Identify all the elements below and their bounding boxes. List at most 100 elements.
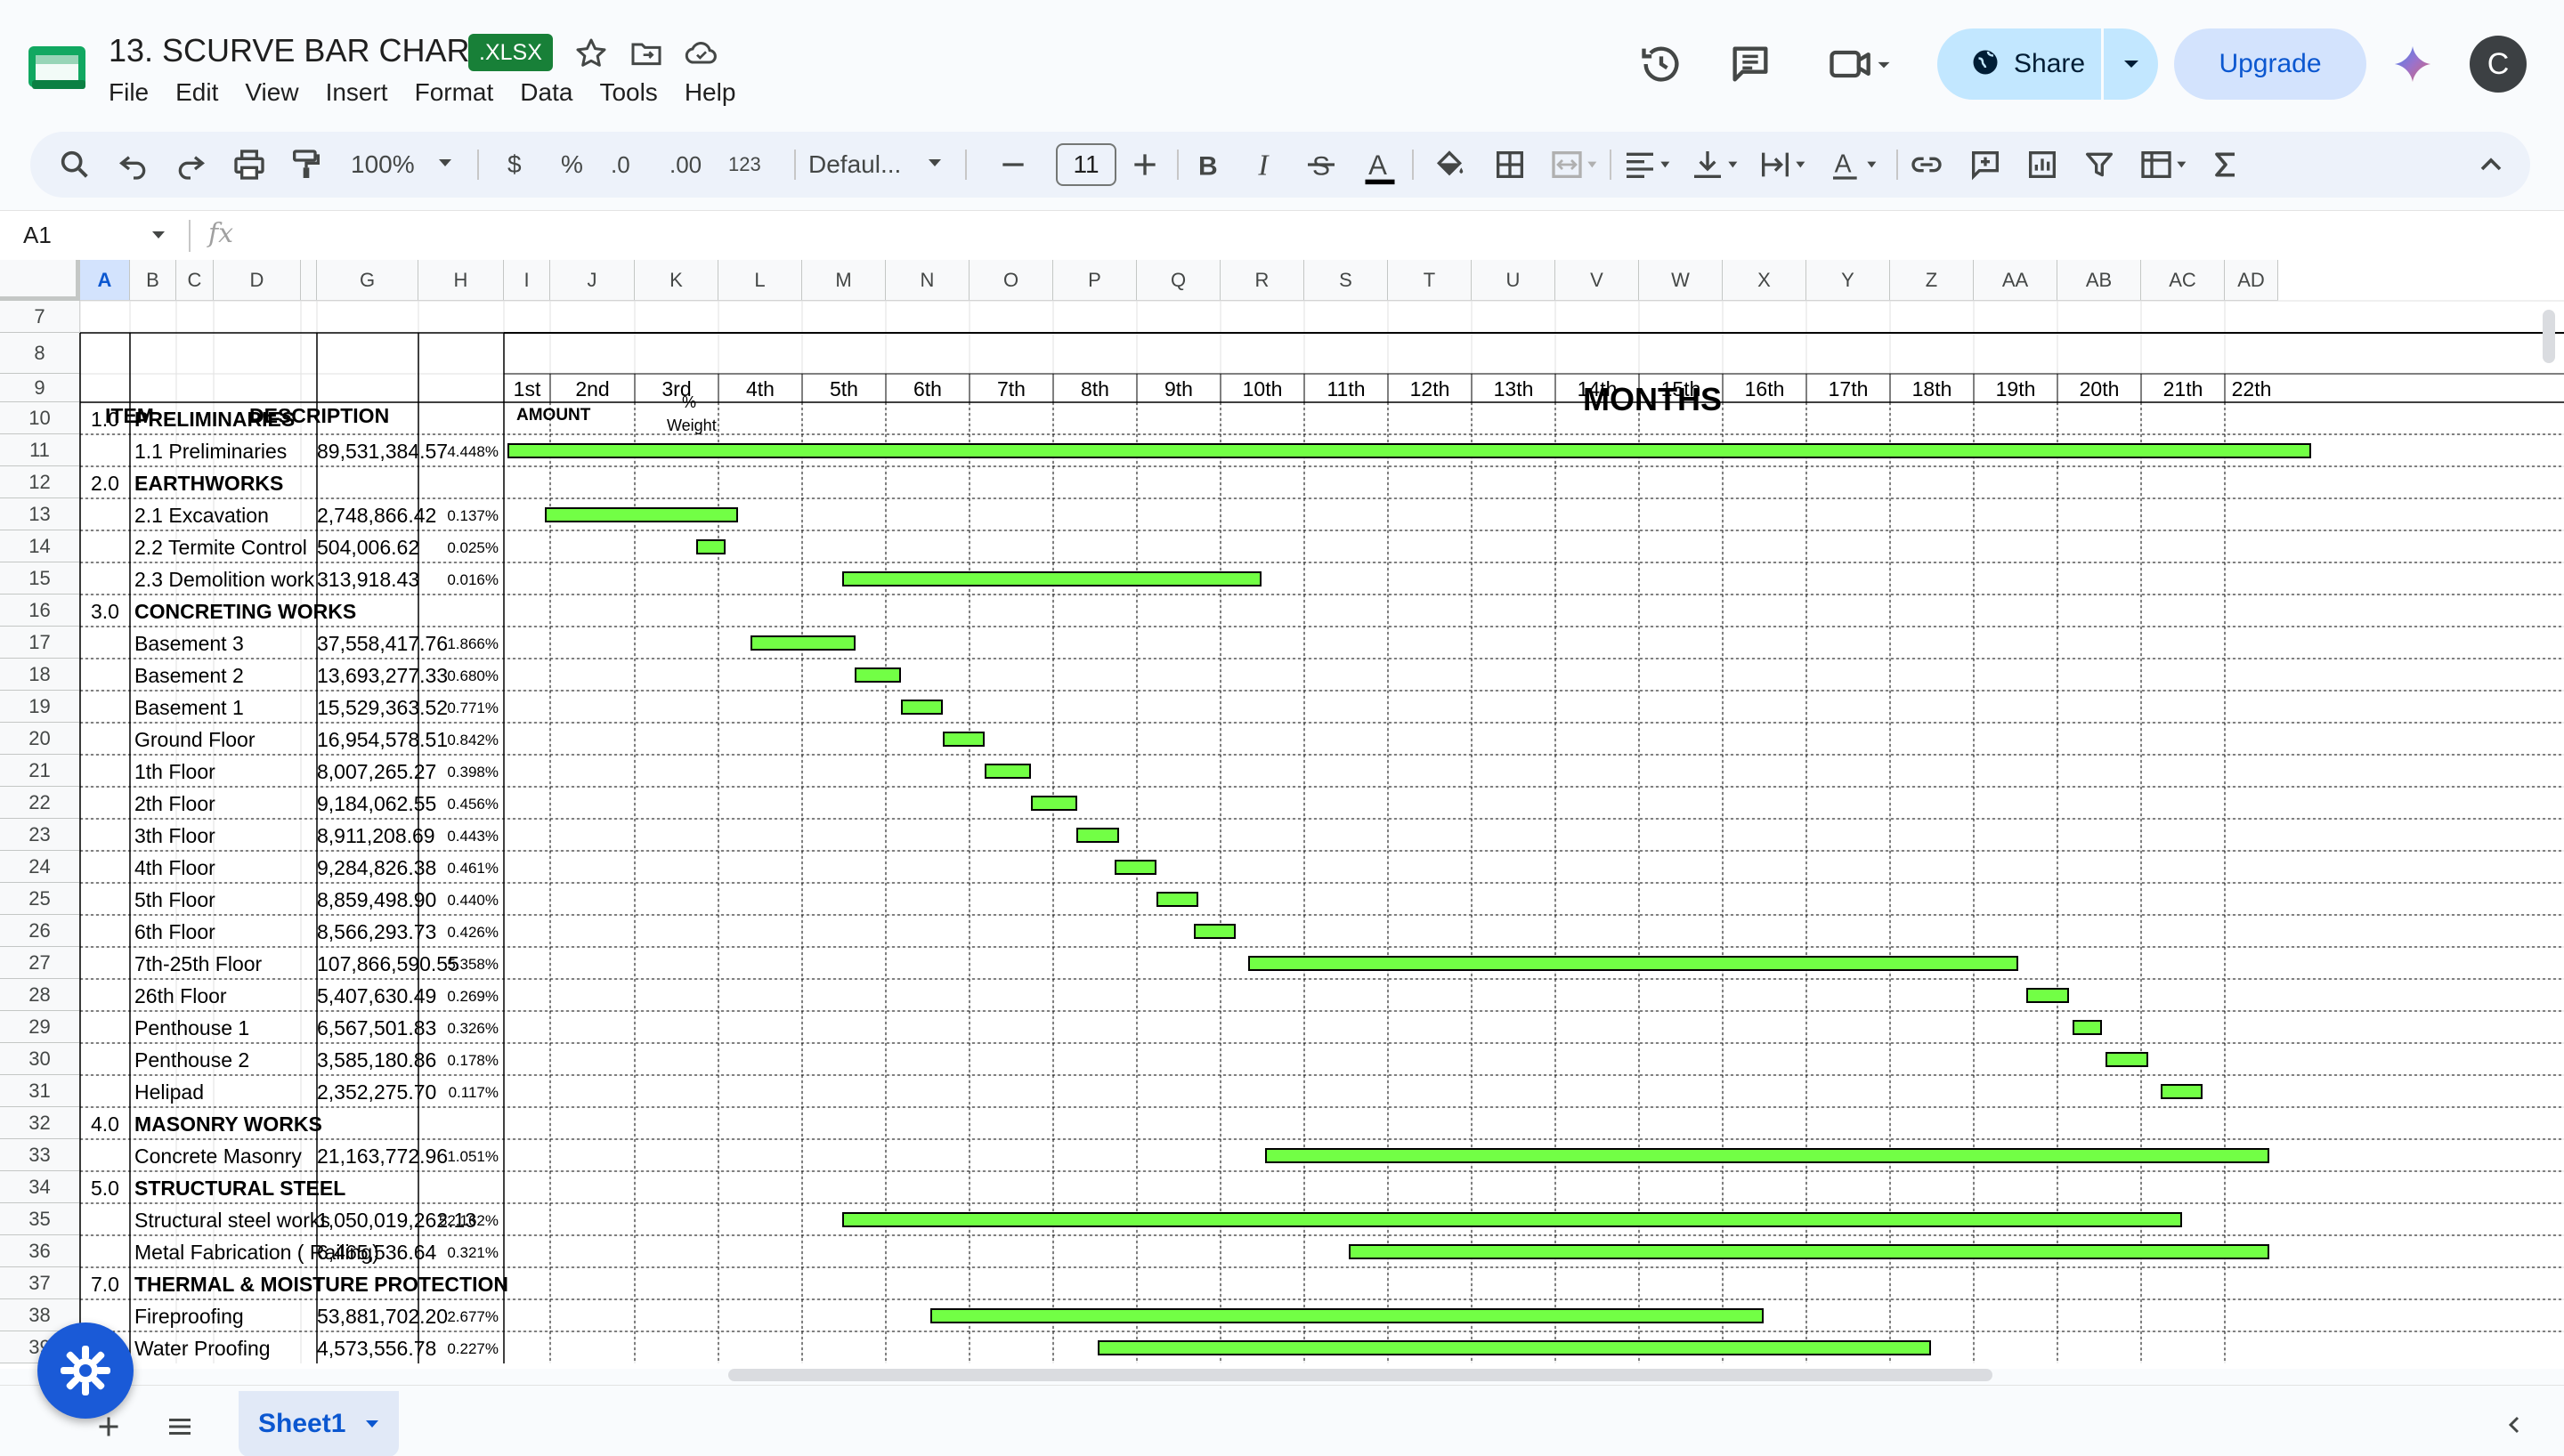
weight-cell[interactable]: 0.025% — [418, 539, 499, 557]
menu-tools[interactable]: Tools — [599, 75, 657, 110]
month-header[interactable]: 15th — [1639, 377, 1723, 401]
description-cell[interactable]: Concrete Masonry — [134, 1145, 302, 1169]
undo-icon[interactable] — [116, 147, 151, 182]
font-chevron-down-icon[interactable] — [926, 157, 944, 192]
description-cell[interactable]: Fireproofing — [134, 1305, 244, 1329]
decrease-decimal-button[interactable]: .0 — [611, 148, 630, 182]
font-family-select[interactable]: Defaul... — [808, 148, 901, 182]
weight-cell[interactable]: 0.456% — [418, 796, 499, 813]
weight-cell[interactable]: 0.842% — [418, 732, 499, 749]
section-title-cell[interactable]: PRELIMINARIES — [134, 408, 295, 432]
amount-cell[interactable]: 2,352,275.70 — [317, 1080, 436, 1104]
amount-cell[interactable]: 89,531,384.57 — [317, 440, 448, 464]
weight-cell[interactable]: 1.866% — [418, 635, 499, 653]
currency-format-button[interactable]: $ — [507, 148, 522, 182]
zoom-chevron-down-icon[interactable] — [436, 157, 454, 192]
schedule-bar[interactable] — [984, 764, 1032, 779]
meet-video-icon[interactable] — [1825, 41, 1896, 87]
document-title[interactable]: 13. SCURVE BAR CHART — [109, 32, 489, 69]
schedule-bar[interactable] — [750, 635, 856, 651]
assistant-gear-button[interactable] — [37, 1323, 134, 1419]
amount-cell[interactable]: 6,567,501.83 — [317, 1016, 436, 1040]
amount-cell[interactable]: 15,529,363.52 — [317, 696, 448, 720]
fill-color-icon[interactable] — [1432, 147, 1467, 182]
description-cell[interactable]: 2.2 Termite Control — [134, 536, 307, 560]
month-header[interactable]: 4th — [718, 377, 802, 401]
gemini-sparkle-icon[interactable] — [2393, 44, 2432, 84]
header-amount[interactable]: AMOUNT — [516, 406, 590, 425]
menu-help[interactable]: Help — [685, 75, 736, 110]
schedule-bar[interactable] — [1247, 956, 2019, 971]
amount-cell[interactable]: 16,954,578.51 — [317, 728, 448, 752]
month-header[interactable]: 22th — [2225, 377, 2278, 401]
schedule-bar[interactable] — [1264, 1148, 2270, 1163]
description-cell[interactable]: Basement 3 — [134, 632, 244, 656]
account-avatar[interactable]: C — [2470, 36, 2527, 93]
description-cell[interactable]: Water Proofing — [134, 1337, 271, 1361]
spreadsheet-grid[interactable]: A B C D G H I J K L M N O P Q R S T U V W X Y Z AA AB AC AD 7 8 9 10 11… — [0, 260, 2564, 1369]
schedule-bar[interactable] — [929, 1308, 1764, 1323]
description-cell[interactable]: 26th Floor — [134, 984, 227, 1008]
amount-cell[interactable]: 53,881,702.20 — [317, 1305, 448, 1329]
description-cell[interactable]: Helipad — [134, 1080, 204, 1104]
version-history-icon[interactable] — [1638, 41, 1684, 87]
schedule-bar[interactable] — [2072, 1020, 2103, 1035]
schedule-bar[interactable] — [842, 1212, 2182, 1227]
print-icon[interactable] — [231, 147, 267, 182]
search-menus-icon[interactable] — [57, 147, 93, 182]
description-cell[interactable]: 5th Floor — [134, 888, 215, 912]
text-wrapping-icon[interactable] — [1757, 147, 1811, 182]
description-cell[interactable]: 4th Floor — [134, 856, 215, 880]
month-header[interactable]: 1st — [504, 377, 550, 401]
more-formats-button[interactable]: 123 — [728, 148, 761, 182]
amount-cell[interactable]: 313,918.43 — [317, 568, 419, 592]
schedule-bar[interactable] — [695, 539, 726, 554]
horizontal-scrollbar[interactable] — [728, 1369, 1992, 1381]
horizontal-align-icon[interactable] — [1622, 147, 1676, 182]
amount-cell[interactable]: 504,006.62 — [317, 536, 419, 560]
month-header[interactable]: 17th — [1806, 377, 1890, 401]
amount-cell[interactable]: 4,573,556.78 — [317, 1337, 436, 1361]
amount-cell[interactable]: 107,866,590.55 — [317, 952, 459, 976]
item-number-cell[interactable]: 3.0 — [80, 600, 130, 624]
section-title-cell[interactable]: EARTHWORKS — [134, 472, 283, 496]
move-folder-icon[interactable] — [629, 36, 664, 71]
weight-cell[interactable]: 0.426% — [418, 924, 499, 942]
cloud-status-icon[interactable] — [684, 36, 719, 71]
weight-cell[interactable]: 0.680% — [418, 667, 499, 685]
merge-cells-icon[interactable] — [1549, 147, 1602, 182]
amount-cell[interactable]: 9,184,062.55 — [317, 792, 436, 816]
schedule-bar[interactable] — [2106, 1052, 2149, 1067]
month-header[interactable]: 10th — [1221, 377, 1304, 401]
description-cell[interactable]: 2.1 Excavation — [134, 504, 269, 528]
schedule-bar[interactable] — [1114, 860, 1157, 875]
schedule-bar[interactable] — [1348, 1244, 2270, 1259]
schedule-bar[interactable] — [1030, 796, 1077, 811]
name-box[interactable]: A1 — [23, 222, 52, 249]
amount-cell[interactable]: 2,748,866.42 — [317, 504, 436, 528]
menu-format[interactable]: Format — [415, 75, 494, 110]
description-cell[interactable]: 2.3 Demolition work — [134, 568, 314, 592]
weight-cell[interactable]: 0.178% — [418, 1052, 499, 1070]
schedule-bar[interactable] — [900, 700, 944, 715]
description-cell[interactable]: 6th Floor — [134, 920, 215, 944]
weight-cell[interactable]: 0.443% — [418, 828, 499, 845]
month-header[interactable]: 3rd — [635, 377, 718, 401]
month-header[interactable]: 9th — [1137, 377, 1221, 401]
paint-format-icon[interactable] — [288, 147, 324, 182]
schedule-bar[interactable] — [1097, 1340, 1931, 1355]
menu-data[interactable]: Data — [520, 75, 572, 110]
schedule-bar[interactable] — [1193, 924, 1237, 939]
description-cell[interactable]: Ground Floor — [134, 728, 256, 752]
share-options-chevron-down-icon[interactable] — [2105, 28, 2158, 100]
schedule-bar[interactable] — [545, 507, 739, 522]
weight-cell[interactable]: 0.461% — [418, 860, 499, 878]
increase-font-size-icon[interactable] — [1127, 147, 1163, 182]
schedule-bar[interactable] — [2160, 1084, 2203, 1099]
weight-cell[interactable]: 0.440% — [418, 892, 499, 910]
section-title-cell[interactable]: MASONRY WORKS — [134, 1112, 322, 1136]
functions-icon[interactable] — [2208, 147, 2244, 182]
menu-insert[interactable]: Insert — [326, 75, 388, 110]
weight-cell[interactable]: 0.227% — [418, 1340, 499, 1358]
month-header[interactable]: 19th — [1974, 377, 2057, 401]
